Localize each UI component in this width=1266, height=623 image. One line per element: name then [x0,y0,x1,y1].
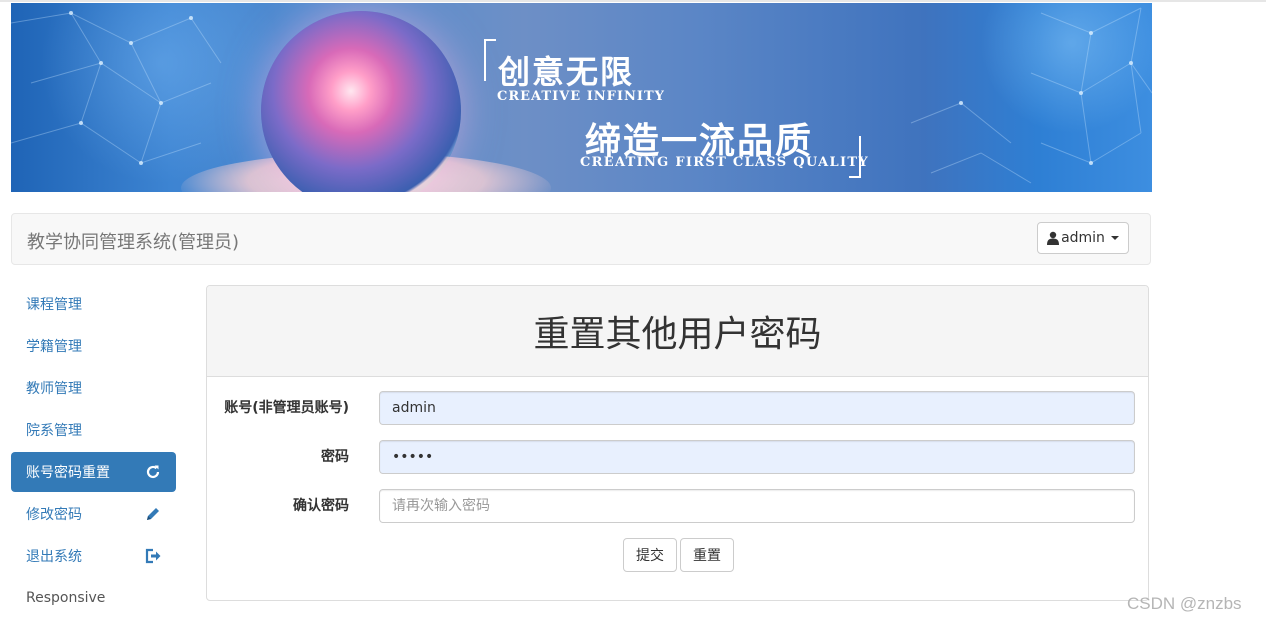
pencil-icon [144,505,162,523]
panel-heading: 重置其他用户密码 [207,286,1148,377]
reset-button[interactable]: 重置 [680,538,734,572]
banner-tagline-en: CREATING FIRST CLASS QUALITY [580,155,869,170]
password-row: 密码 [207,440,1150,474]
sidebar-item-student-status[interactable]: 学籍管理 [11,326,176,366]
sidebar-item-responsive[interactable]: Responsive [11,578,176,618]
user-label: admin [1061,230,1105,246]
page-title: 重置其他用户密码 [533,314,822,355]
reset-password-panel: 重置其他用户密码 账号(非管理员账号) 密码 确认密码 提交 重置 [206,285,1149,601]
sidebar-item-label: 学籍管理 [26,339,82,355]
logout-icon [144,547,162,565]
account-input[interactable] [379,391,1135,425]
header-banner: 创意无限 CREATIVE INFINITY 缔造一流品质 CREATING F… [11,3,1152,192]
confirm-password-label: 确认密码 [293,498,349,514]
sidebar-item-label: Responsive [26,590,106,606]
confirm-password-input[interactable] [379,489,1135,523]
caret-down-icon [1110,236,1119,240]
account-row: 账号(非管理员账号) [207,391,1150,425]
brand-title[interactable]: 教学协同管理系统(管理员) [27,228,239,254]
sidebar-item-label: 退出系统 [26,549,82,565]
user-menu-button[interactable]: admin [1037,222,1129,254]
top-border [0,0,1266,2]
refresh-icon [144,463,162,481]
account-label: 账号(非管理员账号) [224,400,349,416]
banner-headline-en: CREATIVE INFINITY [497,89,665,104]
banner-headline-cn: 创意无限 [498,53,635,91]
sidebar-item-course[interactable]: 课程管理 [11,284,176,324]
sidebar-nav: 课程管理 学籍管理 教师管理 院系管理 账号密码重置 修改密码 退出系统 Res… [11,284,176,620]
sidebar-item-label: 账号密码重置 [26,465,110,481]
sidebar-item-label: 院系管理 [26,423,82,439]
password-input[interactable] [379,440,1135,474]
sidebar-item-logout[interactable]: 退出系统 [11,536,176,576]
bracket-left [484,39,496,81]
top-navbar: 教学协同管理系统(管理员) admin [11,213,1151,265]
sidebar-item-password-reset[interactable]: 账号密码重置 [11,452,176,492]
submit-button[interactable]: 提交 [623,538,677,572]
sidebar-item-label: 修改密码 [26,507,82,523]
sidebar-item-change-password[interactable]: 修改密码 [11,494,176,534]
sidebar-item-label: 课程管理 [26,297,82,313]
password-label: 密码 [321,449,349,465]
user-icon [1047,231,1060,245]
watermark: CSDN @znzbs [1127,594,1242,613]
confirm-password-row: 确认密码 [207,489,1150,523]
sidebar-item-label: 教师管理 [26,381,82,397]
sidebar-item-department[interactable]: 院系管理 [11,410,176,450]
sidebar-item-teacher[interactable]: 教师管理 [11,368,176,408]
